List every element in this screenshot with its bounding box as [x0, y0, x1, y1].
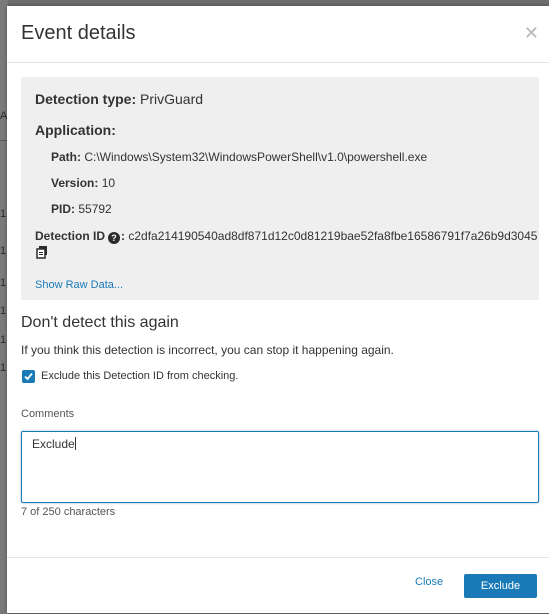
exclude-detection-checkbox[interactable]: [22, 370, 35, 383]
version-value: 10: [101, 176, 116, 190]
pid-value: 55792: [78, 202, 112, 216]
detection-id-colon: :: [121, 229, 126, 243]
pid-row: PID: 55792: [51, 202, 112, 216]
question-icon[interactable]: ?: [108, 232, 121, 244]
comments-text: Exclude: [32, 437, 75, 451]
show-raw-data-link[interactable]: Show Raw Data...: [35, 279, 123, 291]
text-cursor: [74, 437, 76, 450]
exclude-button[interactable]: Exclude: [464, 574, 537, 598]
detection-id-value: c2dfa214190540ad8df871d12c0d81219bae52fa…: [128, 229, 538, 243]
dialog-header: Event details ✕: [7, 6, 549, 63]
detection-type-label: Detection type:: [35, 91, 137, 107]
copy-icon[interactable]: [36, 245, 50, 259]
checkmark-icon: [24, 372, 33, 381]
event-details-dialog: Event details ✕ Detection type: PrivGuar…: [7, 6, 549, 613]
version-label: Version:: [51, 176, 99, 190]
close-icon[interactable]: ✕: [524, 24, 539, 42]
detection-type-value: PrivGuard: [140, 91, 204, 107]
close-button[interactable]: Close: [415, 576, 443, 588]
comments-label: Comments: [21, 408, 75, 420]
dont-detect-heading: Don't detect this again: [21, 314, 179, 331]
dialog-title: Event details: [21, 22, 136, 44]
detection-id-row: Detection ID?: c2dfa214190540ad8df871d12…: [35, 229, 537, 244]
version-row: Version: 10: [51, 176, 115, 190]
footer-divider: [7, 557, 549, 558]
path-label: Path:: [51, 150, 81, 164]
character-count: 7 of 250 characters: [21, 506, 116, 518]
detection-details-panel: Detection type: PrivGuard Application: P…: [21, 77, 539, 300]
detection-type-row: Detection type: PrivGuard: [35, 91, 203, 107]
detection-id-label: Detection ID: [35, 229, 106, 243]
path-row: Path: C:\Windows\System32\WindowsPowerSh…: [51, 150, 427, 164]
exclude-detection-label[interactable]: Exclude this Detection ID from checking.: [41, 370, 238, 382]
dont-detect-description: If you think this detection is incorrect…: [21, 343, 394, 357]
application-heading: Application:: [35, 122, 116, 138]
path-value: C:\Windows\System32\WindowsPowerShell\v1…: [84, 150, 428, 164]
comments-textarea[interactable]: Exclude: [21, 431, 539, 503]
pid-label: PID:: [51, 202, 75, 216]
